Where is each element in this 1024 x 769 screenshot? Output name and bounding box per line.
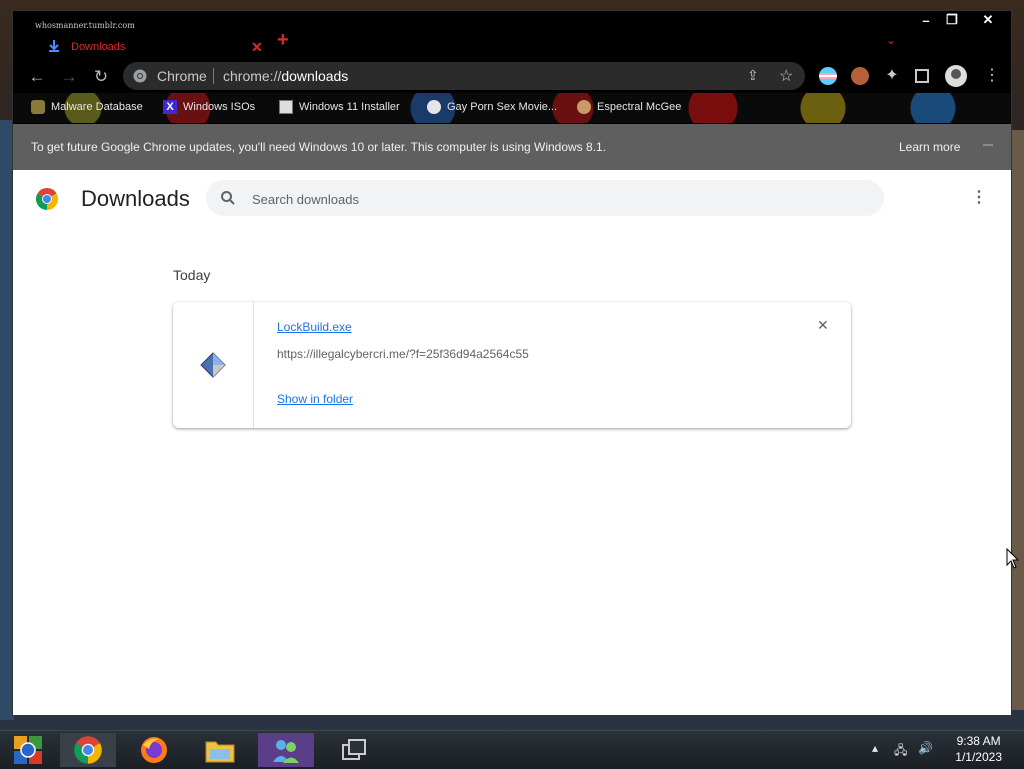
mouse-cursor-icon bbox=[1006, 548, 1020, 569]
start-icon bbox=[14, 736, 42, 764]
clock-time: 9:38 AM bbox=[956, 734, 1001, 748]
page-title: Downloads bbox=[81, 186, 190, 211]
omnibox-origin: Chrome bbox=[157, 68, 207, 84]
bookmark-windows-11-installer[interactable]: Windows 11 Installer bbox=[279, 100, 400, 114]
back-button[interactable]: ← bbox=[27, 67, 47, 87]
messenger-icon bbox=[273, 740, 299, 763]
download-source-url: https://illegalcybercri.me/?f=25f36d94a2… bbox=[277, 347, 529, 361]
downloads-page: Downloads ⋮ Today LockBuild.exe https: bbox=[13, 170, 1011, 715]
share-icon[interactable]: ⇪ bbox=[747, 67, 759, 84]
bookmark-label: Windows ISOs bbox=[183, 101, 256, 113]
chrome-icon bbox=[74, 736, 102, 764]
url-path: downloads bbox=[281, 68, 349, 84]
network-icon[interactable]: 🖧 bbox=[894, 741, 907, 762]
tab-title: Downloads bbox=[71, 41, 126, 53]
taskbar-task-view[interactable] bbox=[326, 733, 382, 767]
tab-search-icon[interactable]: ⌄ bbox=[886, 33, 896, 47]
extension-flag-icon[interactable] bbox=[819, 67, 837, 85]
extension-avatar-icon[interactable] bbox=[851, 67, 869, 85]
learn-more-link[interactable]: Learn more bbox=[899, 140, 960, 154]
search-icon bbox=[221, 191, 235, 205]
volume-icon[interactable]: 🔊 bbox=[918, 741, 933, 755]
tray-overflow-icon[interactable]: ▴ bbox=[872, 741, 878, 755]
download-item: LockBuild.exe https://illegalcybercri.me… bbox=[173, 302, 851, 428]
download-icon bbox=[49, 40, 59, 52]
clock-date: 1/1/2023 bbox=[955, 750, 1002, 764]
new-tab-button[interactable]: + bbox=[277, 30, 289, 50]
infobar-message: To get future Google Chrome updates, you… bbox=[31, 140, 607, 154]
remove-download-icon[interactable]: ✕ bbox=[817, 318, 829, 332]
chrome-window: whosmanner.tumblr.com Downloads ✕ + ⌄ – … bbox=[12, 10, 1012, 716]
bookmark-label: Malware Database bbox=[51, 101, 143, 113]
bookmark-star-icon[interactable]: ☆ bbox=[779, 66, 793, 86]
downloads-header: Downloads ⋮ bbox=[13, 170, 1011, 226]
file-icon-column bbox=[173, 302, 254, 428]
chrome-icon bbox=[133, 69, 147, 83]
tab-close-icon[interactable]: ✕ bbox=[251, 39, 263, 56]
window-controls: – ❐ ✕ bbox=[913, 11, 1011, 29]
avatar-icon bbox=[577, 100, 591, 114]
close-window-button[interactable]: ✕ bbox=[965, 11, 1011, 29]
executable-file-icon bbox=[200, 352, 226, 378]
start-button[interactable] bbox=[0, 733, 56, 767]
malware-db-icon bbox=[31, 100, 45, 114]
taskbar-file-explorer[interactable] bbox=[192, 733, 248, 767]
forward-button[interactable]: → bbox=[59, 67, 79, 87]
omnibox-divider bbox=[213, 68, 214, 84]
address-bar[interactable]: Chrome chrome://downloads ⇪ ☆ bbox=[123, 62, 805, 90]
bookmark-espectral-mcgee[interactable]: Espectral McGee bbox=[577, 100, 681, 114]
x-icon: X bbox=[163, 100, 177, 114]
reload-button[interactable]: ↻ bbox=[91, 67, 111, 87]
taskbar-firefox[interactable] bbox=[126, 733, 182, 767]
bookmark-label: Espectral McGee bbox=[597, 101, 682, 113]
globe-icon bbox=[427, 100, 441, 114]
minimize-button[interactable]: – bbox=[913, 11, 939, 29]
tab-site-text: whosmanner.tumblr.com bbox=[35, 21, 135, 30]
chrome-menu-icon[interactable]: ⋮ bbox=[983, 67, 1001, 85]
installer-icon bbox=[279, 100, 293, 114]
chrome-logo-icon bbox=[35, 188, 59, 210]
task-view-icon bbox=[342, 739, 366, 760]
windows-taskbar: ▴ 🖧 🔊 9:38 AM 1/1/2023 bbox=[0, 730, 1024, 769]
bookmark-label: Gay Porn Sex Movie... bbox=[447, 101, 558, 113]
tab-downloads[interactable]: whosmanner.tumblr.com Downloads ✕ bbox=[25, 19, 281, 59]
wallpaper-right-edge bbox=[1012, 130, 1024, 710]
show-in-folder-link[interactable]: Show in folder bbox=[277, 392, 353, 406]
profile-avatar-icon[interactable] bbox=[945, 65, 967, 87]
bookmark-label: Windows 11 Installer bbox=[299, 101, 400, 113]
system-clock[interactable]: 9:38 AM 1/1/2023 bbox=[955, 733, 1002, 765]
update-infobar: To get future Google Chrome updates, you… bbox=[13, 124, 1011, 170]
title-bar: whosmanner.tumblr.com Downloads ✕ + ⌄ – … bbox=[13, 11, 1011, 59]
search-box bbox=[206, 180, 884, 216]
extensions-puzzle-icon[interactable]: ✦ bbox=[883, 67, 901, 85]
date-group-label: Today bbox=[173, 267, 211, 283]
bookmark-gay-porn-sex-movie[interactable]: Gay Porn Sex Movie... bbox=[427, 100, 557, 114]
more-actions-icon[interactable]: ⋮ bbox=[971, 188, 987, 208]
file-explorer-icon bbox=[205, 741, 235, 763]
bookmark-malware-database[interactable]: Malware Database bbox=[31, 100, 143, 114]
maximize-button[interactable]: ❐ bbox=[939, 11, 965, 29]
taskbar-chrome[interactable] bbox=[60, 733, 116, 767]
download-filename-link[interactable]: LockBuild.exe bbox=[277, 320, 352, 334]
browser-toolbar: ← → ↻ Chrome chrome://downloads ⇪ ☆ ✦ ⋮ bbox=[13, 59, 1011, 93]
infobar-dismiss-button[interactable] bbox=[983, 144, 993, 146]
omnibox-url: chrome://downloads bbox=[223, 68, 348, 84]
bookmark-windows-isos[interactable]: X Windows ISOs bbox=[163, 100, 255, 114]
bookmarks-bar: Malware Database X Windows ISOs Windows … bbox=[13, 93, 1011, 123]
taskbar-messenger[interactable] bbox=[258, 733, 314, 767]
search-input[interactable] bbox=[250, 188, 854, 210]
url-scheme: chrome:// bbox=[223, 68, 282, 84]
side-panel-icon[interactable] bbox=[915, 69, 929, 83]
firefox-icon bbox=[141, 737, 167, 763]
